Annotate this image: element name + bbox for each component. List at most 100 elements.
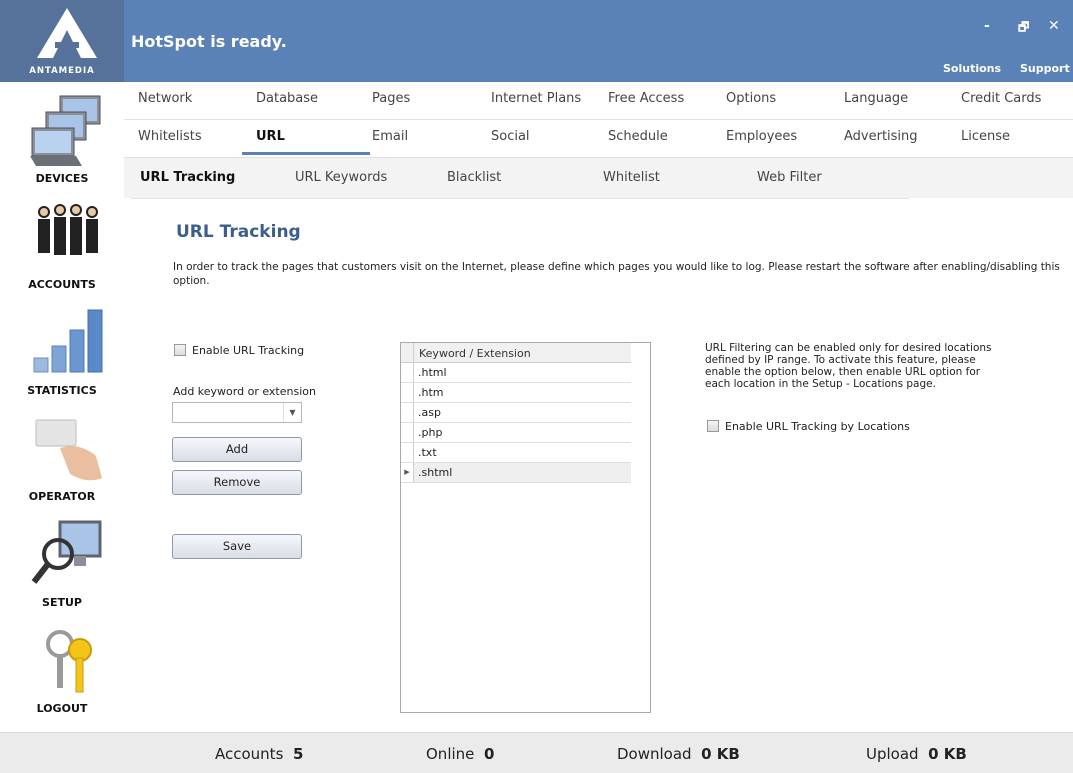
enable-locations-label: Enable URL Tracking by Locations xyxy=(725,420,910,433)
enable-locations-checkbox[interactable] xyxy=(707,420,719,432)
sidebar-label: SETUP xyxy=(42,596,82,609)
accounts-label: Accounts xyxy=(215,745,284,763)
upload-stat: Upload 0 KB xyxy=(866,745,967,763)
title-bar: ANTAMEDIA HotSpot is ready. - 🗗 ✕ Soluti… xyxy=(0,0,1073,82)
accounts-icon xyxy=(38,204,98,255)
logo-a-icon xyxy=(37,8,97,58)
tab-email[interactable]: Email xyxy=(372,129,408,144)
chevron-down-icon[interactable]: ▼ xyxy=(283,403,301,422)
enable-url-tracking-label: Enable URL Tracking xyxy=(192,344,305,357)
support-link[interactable]: Support xyxy=(1020,62,1070,75)
sidebar: DEVICES ACCOUNTS STATISTICS OPERATOR SET… xyxy=(0,82,124,732)
sidebar-item-setup[interactable]: SETUP xyxy=(0,514,124,619)
sidebar-item-statistics[interactable]: STATISTICS xyxy=(0,302,124,407)
remove-button[interactable]: Remove xyxy=(172,470,302,495)
logo-text: ANTAMEDIA xyxy=(29,66,95,76)
grid-header: Keyword / Extension xyxy=(401,343,631,363)
table-cell: .asp xyxy=(418,406,441,419)
page-description: In order to track the pages that custome… xyxy=(173,261,1060,287)
sidebar-item-devices[interactable]: DEVICES xyxy=(0,90,124,195)
add-keyword-label: Add keyword or extension xyxy=(173,385,316,398)
download-label: Download xyxy=(617,745,692,763)
upload-label: Upload xyxy=(866,745,919,763)
minimize-button[interactable]: - xyxy=(984,18,990,34)
tab-pages[interactable]: Pages xyxy=(372,91,410,106)
table-row[interactable]: .php xyxy=(401,423,631,443)
sidebar-label: STATISTICS xyxy=(27,384,97,397)
devices-icon xyxy=(30,95,101,166)
operator-icon xyxy=(35,419,102,481)
logout-icon xyxy=(46,630,92,693)
row-header[interactable] xyxy=(401,423,414,442)
online-stat: Online 0 xyxy=(426,745,494,763)
tab-options[interactable]: Options xyxy=(726,91,776,106)
accounts-stat: Accounts 5 xyxy=(215,745,303,763)
solutions-link[interactable]: Solutions xyxy=(943,62,1001,75)
table-cell: .shtml xyxy=(418,466,453,479)
restore-button[interactable]: 🗗 xyxy=(1018,18,1029,39)
subtab-web-filter[interactable]: Web Filter xyxy=(757,170,822,185)
sidebar-label: ACCOUNTS xyxy=(28,278,96,291)
row-header[interactable] xyxy=(401,443,414,462)
tab-schedule[interactable]: Schedule xyxy=(608,129,668,144)
keyword-combo[interactable]: ▼ xyxy=(172,402,302,423)
row-header[interactable] xyxy=(401,363,414,382)
sidebar-label: OPERATOR xyxy=(28,490,96,503)
tab-database[interactable]: Database xyxy=(256,91,318,106)
subtab-whitelist[interactable]: Whitelist xyxy=(603,170,660,185)
url-subtabs: URL Tracking URL Keywords Blacklist Whit… xyxy=(124,158,1073,198)
accounts-value: 5 xyxy=(292,745,304,763)
row-pointer-icon[interactable]: ▶ xyxy=(401,463,414,482)
tab-employees[interactable]: Employees xyxy=(726,129,797,144)
grid-corner xyxy=(401,343,414,363)
table-row[interactable]: .asp xyxy=(401,403,631,423)
add-button[interactable]: Add xyxy=(172,437,302,462)
settings-tabs-row-1: Network Database Pages Internet Plans Fr… xyxy=(124,82,1073,120)
table-row[interactable]: .htm xyxy=(401,383,631,403)
locations-note: URL Filtering can be enabled only for de… xyxy=(705,342,992,390)
online-value: 0 xyxy=(483,745,495,763)
subtab-divider xyxy=(131,198,909,199)
row-header[interactable] xyxy=(401,403,414,422)
sidebar-label: LOGOUT xyxy=(36,702,88,715)
antamedia-logo: ANTAMEDIA xyxy=(0,0,124,82)
tab-internet-plans[interactable]: Internet Plans xyxy=(491,91,581,106)
table-cell: .txt xyxy=(418,446,437,459)
status-bar: Accounts 5 Online 0 Download 0 KB Upload… xyxy=(0,732,1073,773)
tab-whitelists[interactable]: Whitelists xyxy=(138,129,202,144)
download-stat: Download 0 KB xyxy=(617,745,740,763)
sidebar-item-operator[interactable]: OPERATOR xyxy=(0,408,124,513)
setup-icon xyxy=(31,520,102,584)
active-tab-indicator xyxy=(242,152,370,155)
tab-free-access[interactable]: Free Access xyxy=(608,91,684,106)
download-value: 0 KB xyxy=(701,745,740,763)
subtab-url-tracking[interactable]: URL Tracking xyxy=(140,170,235,185)
tab-credit-cards[interactable]: Credit Cards xyxy=(961,91,1041,106)
grid-column-header[interactable]: Keyword / Extension xyxy=(419,347,531,360)
subtab-blacklist[interactable]: Blacklist xyxy=(447,170,501,185)
statistics-icon xyxy=(33,309,103,373)
tab-license[interactable]: License xyxy=(961,129,1010,144)
sidebar-item-accounts[interactable]: ACCOUNTS xyxy=(0,196,124,301)
table-cell: .htm xyxy=(418,386,444,399)
table-row-selected[interactable]: ▶ .shtml xyxy=(401,463,631,483)
tab-social[interactable]: Social xyxy=(491,129,530,144)
online-label: Online xyxy=(426,745,475,763)
sidebar-label: DEVICES xyxy=(35,172,89,185)
tab-advertising[interactable]: Advertising xyxy=(844,129,918,144)
table-row[interactable]: .html xyxy=(401,363,631,383)
row-header[interactable] xyxy=(401,383,414,402)
subtab-url-keywords[interactable]: URL Keywords xyxy=(295,170,387,185)
save-button[interactable]: Save xyxy=(172,534,302,559)
close-button[interactable]: ✕ xyxy=(1048,18,1060,34)
upload-value: 0 KB xyxy=(928,745,967,763)
table-row[interactable]: .txt xyxy=(401,443,631,463)
tab-network[interactable]: Network xyxy=(138,91,192,106)
page-title: URL Tracking xyxy=(176,222,301,242)
enable-url-tracking-checkbox[interactable] xyxy=(174,344,186,356)
sidebar-item-logout[interactable]: LOGOUT xyxy=(0,620,124,725)
tab-url[interactable]: URL xyxy=(256,129,285,144)
app-status-title: HotSpot is ready. xyxy=(131,32,287,51)
tab-language[interactable]: Language xyxy=(844,91,908,106)
table-cell: .html xyxy=(418,366,447,379)
